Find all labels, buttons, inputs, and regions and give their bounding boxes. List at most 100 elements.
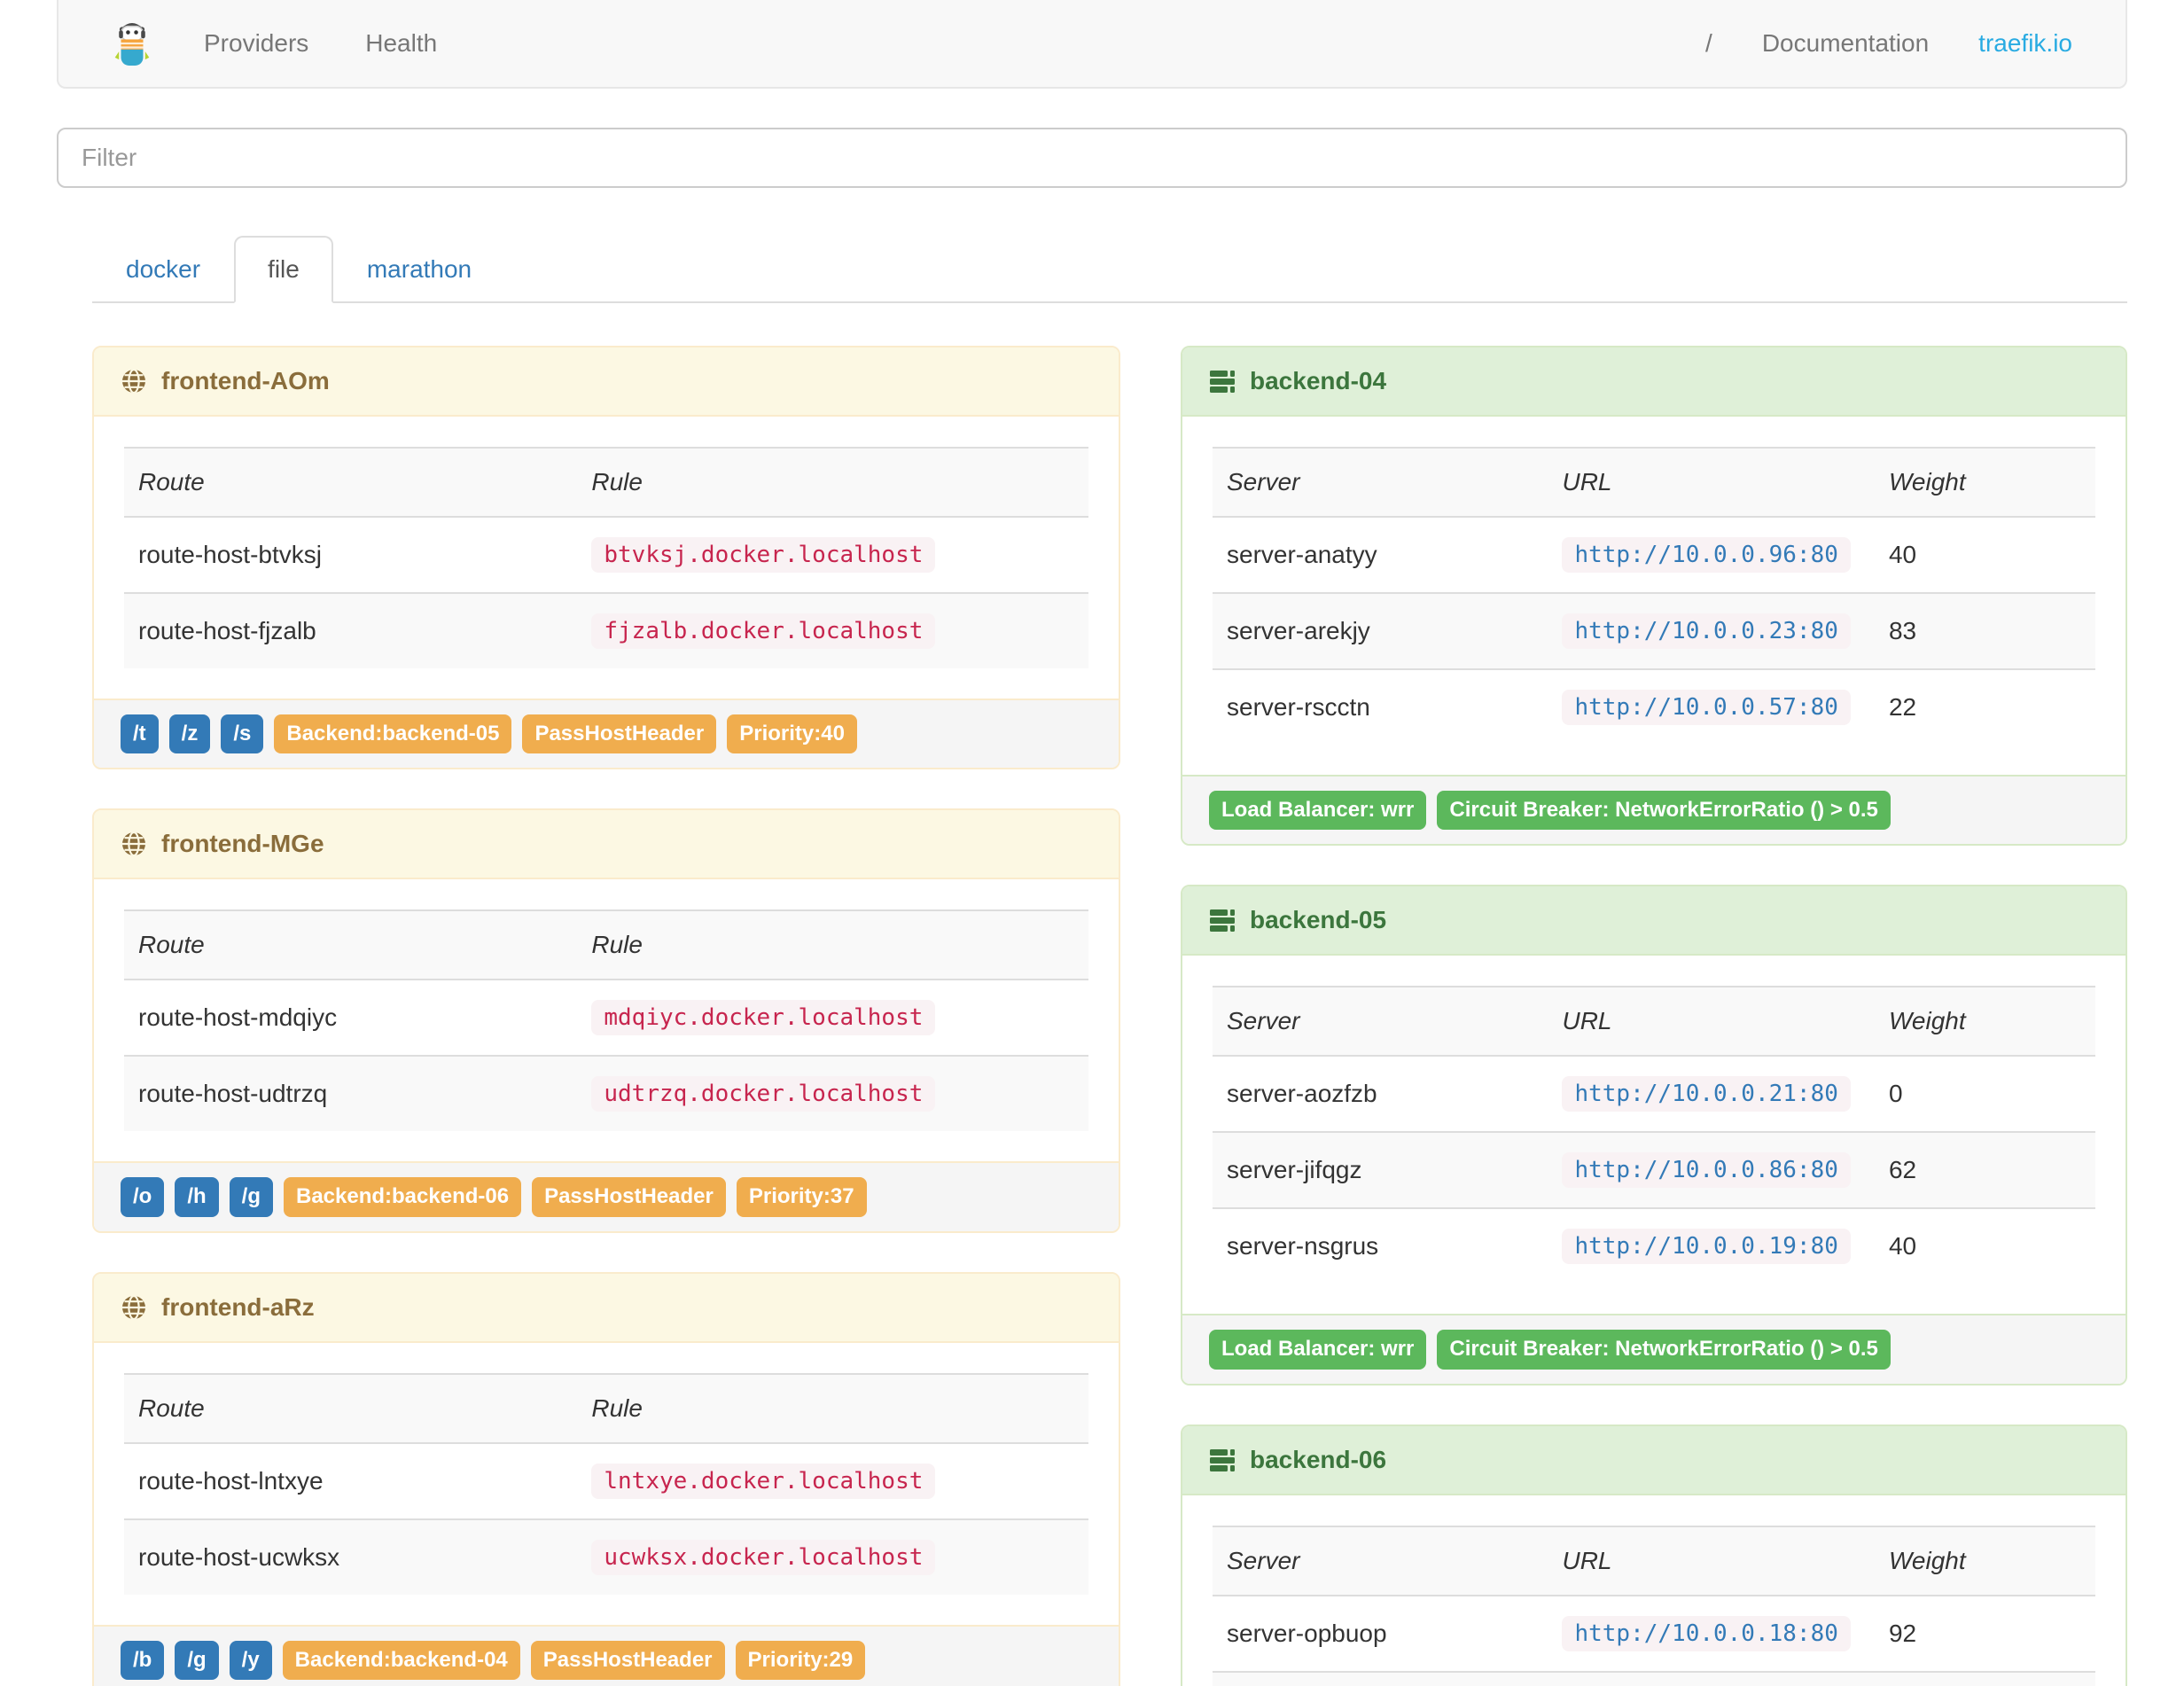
provider-area: docker file marathon frontend-AOm Route Ru… (92, 236, 2127, 1686)
url-cell: http://10.0.0.86:80 (1548, 1131, 1875, 1209)
url-cell: http://10.0.0.19:80 (1548, 1207, 1875, 1284)
backend-card-header: backend-06 (1182, 1425, 2126, 1495)
column-header: Server (1213, 1525, 1548, 1596)
table-row: server-rscctn http://10.0.0.57:80 22 (1213, 668, 2095, 745)
server-name: server-opbuop (1213, 1594, 1548, 1672)
rule-code: mdqiyc.docker.localhost (591, 1000, 936, 1036)
column-header: URL (1548, 986, 1875, 1058)
tag-badge: Backend:backend-06 (283, 1177, 522, 1217)
server-name: server-anatyy (1213, 516, 1548, 593)
backend-card-header: backend-04 (1182, 347, 2126, 417)
tab-docker-label[interactable]: docker (92, 236, 234, 303)
table-header-row: Route Rule (124, 447, 1088, 518)
frontend-card: frontend-aRz Route Rule route-host-lntxye ln… (92, 1271, 1120, 1686)
entrypoint-badge: /g (229, 1177, 273, 1217)
tab-marathon-label[interactable]: marathon (333, 236, 505, 303)
table-row: route-host-ucwksx ucwksx.docker.localhost (124, 1518, 1088, 1595)
server-url-link[interactable]: http://10.0.0.21:80 (1562, 1076, 1851, 1112)
navbar-right: / Documentation traefik.io (1705, 29, 2072, 58)
server-url-link[interactable]: http://10.0.0.57:80 (1562, 690, 1851, 725)
tab-docker[interactable]: docker (92, 236, 234, 303)
frontend-card-body: Route Rule route-host-mdqiyc mdqiyc.docker.… (94, 879, 1119, 1161)
frontend-card-footer: /b/g/y Backend:backend-04 PassHostHeader Pr… (94, 1624, 1119, 1686)
tag-badge: Priority:29 (735, 1640, 866, 1681)
frontend-card-header: frontend-AOm (94, 347, 1119, 417)
server-url-code: http://10.0.0.18:80 (1562, 1615, 1851, 1651)
server-name: server-tksmvo (1213, 1670, 1548, 1686)
nav-documentation-link[interactable]: Documentation (1762, 29, 1929, 58)
rule-cell: ucwksx.docker.localhost (577, 1518, 1088, 1595)
nav-traefik-io-link[interactable]: traefik.io (1978, 29, 2072, 58)
server-name: server-aozfzb (1213, 1055, 1548, 1133)
server-weight: 40 (1874, 1207, 2095, 1284)
provider-tabs: docker file marathon (92, 236, 2127, 303)
server-url-code: http://10.0.0.57:80 (1562, 690, 1851, 725)
backend-card: backend-05 Server URL Weight server-aozfzb ht… (1181, 885, 2127, 1385)
nav-providers-link[interactable]: Providers (204, 29, 308, 58)
tag-badge: Circuit Breaker: NetworkErrorRatio () > … (1437, 791, 1891, 831)
table-row: route-host-btvksj btvksj.docker.localhost (124, 516, 1088, 593)
globe-icon (121, 831, 147, 857)
server-url-code: http://10.0.0.23:80 (1562, 613, 1851, 649)
server-weight: 83 (1874, 592, 2095, 669)
rule-code: fjzalb.docker.localhost (591, 613, 936, 649)
route-name: route-host-udtrzq (124, 1055, 578, 1132)
server-url-link[interactable]: http://10.0.0.18:80 (1562, 1615, 1851, 1651)
tab-file[interactable]: file (234, 236, 333, 303)
server-weight: 40 (1874, 516, 2095, 593)
entrypoint-badge: /h (175, 1177, 219, 1217)
server-url-link[interactable]: http://10.0.0.19:80 (1562, 1229, 1851, 1265)
rule-code: btvksj.docker.localhost (591, 537, 936, 573)
server-url-code: http://10.0.0.21:80 (1562, 1076, 1851, 1112)
cards-grid: frontend-AOm Route Rule route-host-btvksj bt… (92, 346, 2127, 1686)
table-row: server-nsgrus http://10.0.0.19:80 40 (1213, 1207, 2095, 1284)
rule-cell: fjzalb.docker.localhost (577, 592, 1088, 668)
server-weight: 62 (1874, 1131, 2095, 1209)
server-name: server-rscctn (1213, 668, 1548, 745)
frontend-card-body: Route Rule route-host-btvksj btvksj.docker.… (94, 417, 1119, 699)
backend-card-header: backend-05 (1182, 886, 2126, 956)
column-header: Server (1213, 986, 1548, 1058)
frontend-card-header: frontend-MGe (94, 810, 1119, 880)
nav-path-link[interactable]: / (1705, 29, 1712, 58)
column-header: Route (124, 447, 578, 518)
route-name: route-host-fjzalb (124, 592, 578, 668)
backend-title: backend-04 (1250, 367, 1387, 394)
tab-file-label[interactable]: file (234, 236, 333, 303)
route-name: route-host-mdqiyc (124, 979, 578, 1057)
backend-card-footer: Load Balancer: wrr Circuit Breaker: Netwo… (1182, 1314, 2126, 1384)
backend-card-body: Server URL Weight server-opbuop http://10.0.… (1182, 1495, 2126, 1686)
routes-table: Route Rule route-host-btvksj btvksj.docker.… (124, 447, 1088, 668)
table-row: server-opbuop http://10.0.0.18:80 92 (1213, 1594, 2095, 1672)
frontend-title: frontend-aRz (161, 1292, 315, 1321)
server-url-code: http://10.0.0.19:80 (1562, 1229, 1851, 1265)
backend-card: backend-06 Server URL Weight server-opbuop ht… (1181, 1424, 2127, 1686)
rule-cell: btvksj.docker.localhost (577, 516, 1088, 593)
filter-input[interactable] (57, 128, 2127, 188)
tag-badge: Backend:backend-04 (282, 1640, 520, 1681)
tab-marathon[interactable]: marathon (333, 236, 505, 303)
server-url-link[interactable]: http://10.0.0.86:80 (1562, 1152, 1851, 1189)
filter-bar (57, 128, 2127, 188)
column-header: Server (1213, 447, 1548, 518)
tag-badge: Circuit Breaker: NetworkErrorRatio () > … (1437, 1330, 1891, 1370)
server-name: server-arekjy (1213, 592, 1548, 669)
globe-icon (121, 368, 147, 394)
backend-card-body: Server URL Weight server-anatyy http://10.0.… (1182, 417, 2126, 775)
server-url-link[interactable]: http://10.0.0.23:80 (1562, 613, 1851, 649)
url-cell: http://10.0.0.18:80 (1548, 1594, 1875, 1672)
column-header: Rule (577, 909, 1088, 981)
page: Providers Health / Documentation traefik… (0, 0, 2184, 1686)
table-row: route-host-mdqiyc mdqiyc.docker.localhost (124, 979, 1088, 1057)
column-header: Weight (1874, 986, 2095, 1058)
table-row: server-jifqgz http://10.0.0.86:80 62 (1213, 1131, 2095, 1209)
server-weight: 29 (1874, 1670, 2095, 1686)
nav-health-link[interactable]: Health (365, 29, 437, 58)
column-header: URL (1548, 447, 1875, 518)
rule-code: udtrzq.docker.localhost (591, 1076, 936, 1112)
column-header: Weight (1874, 1525, 2095, 1596)
server-url-link[interactable]: http://10.0.0.96:80 (1562, 537, 1851, 573)
frontend-card-footer: /o/h/g Backend:backend-06 PassHostHeader Pr… (94, 1161, 1119, 1231)
rule-cell: mdqiyc.docker.localhost (577, 979, 1088, 1057)
servers-table: Server URL Weight server-opbuop http://10.0.… (1213, 1525, 2095, 1686)
